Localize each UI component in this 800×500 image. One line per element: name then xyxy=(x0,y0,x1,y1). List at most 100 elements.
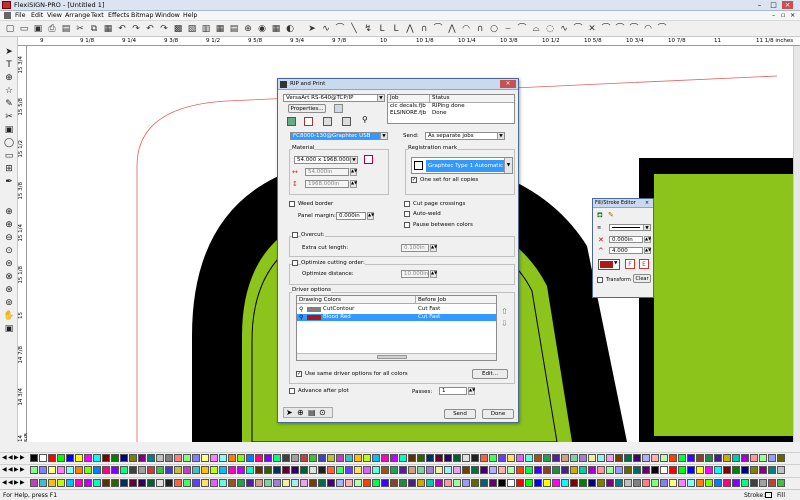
color-swatch[interactable] xyxy=(39,479,47,487)
color-swatch[interactable] xyxy=(570,454,578,462)
color-swatch[interactable] xyxy=(444,479,452,487)
color-swatch[interactable] xyxy=(183,454,191,462)
color-swatch[interactable] xyxy=(633,454,641,462)
maximize-icon[interactable]: □ xyxy=(768,1,779,9)
color-swatch[interactable] xyxy=(633,466,641,474)
refresh-icon[interactable] xyxy=(334,104,343,113)
ungroup-icon[interactable]: ▧ xyxy=(186,23,198,35)
color-swatch[interactable] xyxy=(588,454,596,462)
color-swatch[interactable] xyxy=(453,454,461,462)
color-swatch[interactable] xyxy=(732,479,740,487)
pen-tool-icon[interactable]: ✎ xyxy=(3,99,15,110)
color-swatch[interactable] xyxy=(192,466,200,474)
color-swatch[interactable] xyxy=(219,454,227,462)
color-swatch[interactable] xyxy=(300,479,308,487)
color-swatch[interactable] xyxy=(678,466,686,474)
passes-input[interactable]: 1 xyxy=(439,387,467,395)
copy-icon[interactable]: ⧉ xyxy=(88,23,100,35)
job-column-header[interactable]: Job xyxy=(388,95,430,102)
fse-close-icon[interactable]: × xyxy=(643,200,651,206)
color-swatch[interactable] xyxy=(696,479,704,487)
zoom-tool-icon[interactable]: ⊕ xyxy=(242,23,254,35)
pause-checkbox[interactable] xyxy=(404,222,410,228)
color-swatch[interactable] xyxy=(210,479,218,487)
color-swatch[interactable] xyxy=(282,466,290,474)
color-swatch[interactable] xyxy=(363,454,371,462)
color-swatch[interactable] xyxy=(237,454,245,462)
color-swatch[interactable] xyxy=(138,466,146,474)
color-swatch[interactable] xyxy=(714,479,722,487)
color-swatch[interactable] xyxy=(192,454,200,462)
color-swatch[interactable] xyxy=(399,479,407,487)
color-swatch[interactable] xyxy=(48,479,56,487)
color-swatch[interactable] xyxy=(642,466,650,474)
hand-tool-icon[interactable]: ✋ xyxy=(3,311,15,322)
color-swatch[interactable] xyxy=(687,454,695,462)
color-swatch[interactable] xyxy=(111,454,119,462)
color-swatch[interactable] xyxy=(390,479,398,487)
color-swatch[interactable] xyxy=(228,479,236,487)
color-swatch[interactable] xyxy=(507,466,515,474)
color-swatch[interactable] xyxy=(453,466,461,474)
scroll-left-icon[interactable]: ◀ xyxy=(2,466,7,473)
color-swatch[interactable] xyxy=(237,479,245,487)
color-swatch[interactable] xyxy=(237,466,245,474)
panel-margin-input[interactable]: 0.000in xyxy=(336,212,366,220)
color-swatch[interactable] xyxy=(354,454,362,462)
curve-icon[interactable]: ∿ xyxy=(320,23,332,35)
shape-tool-icon[interactable]: ⊕ xyxy=(3,73,15,84)
node9-icon[interactable]: ⌒ xyxy=(614,23,626,35)
color-swatch[interactable] xyxy=(120,454,128,462)
color-swatch[interactable] xyxy=(138,454,146,462)
color-swatch[interactable] xyxy=(255,454,263,462)
scroll-right-icon[interactable]: ▶ xyxy=(20,479,25,486)
color-swatch[interactable] xyxy=(453,479,461,487)
color-swatch[interactable] xyxy=(165,479,173,487)
color-swatch[interactable] xyxy=(768,479,776,487)
green-rect-shape[interactable] xyxy=(654,174,793,436)
printer-icon[interactable] xyxy=(287,117,296,126)
color-swatch[interactable] xyxy=(615,466,623,474)
send-select[interactable]: As separate jobs ▼ xyxy=(425,132,505,140)
color-swatch[interactable] xyxy=(408,454,416,462)
undo2-icon[interactable]: ↶ xyxy=(144,23,156,35)
redo-icon[interactable]: ↷ xyxy=(130,23,142,35)
color-swatch[interactable] xyxy=(264,454,272,462)
color-swatch[interactable] xyxy=(498,454,506,462)
color-swatch[interactable] xyxy=(66,454,74,462)
color-swatch[interactable] xyxy=(264,479,272,487)
color-swatch[interactable] xyxy=(318,479,326,487)
color-swatch[interactable] xyxy=(651,454,659,462)
color-swatch[interactable] xyxy=(327,479,335,487)
vertical-scrollbar[interactable] xyxy=(793,46,800,442)
scroll-right-icon[interactable]: ▶ xyxy=(14,454,19,461)
color-swatch[interactable] xyxy=(705,479,713,487)
color-swatch[interactable] xyxy=(336,466,344,474)
weed-border-checkbox[interactable] xyxy=(289,201,295,207)
color-swatch[interactable] xyxy=(723,466,731,474)
color-swatch[interactable] xyxy=(570,466,578,474)
color-swatch[interactable] xyxy=(354,479,362,487)
color-swatch[interactable] xyxy=(768,466,776,474)
color-swatch[interactable] xyxy=(597,466,605,474)
color-swatch[interactable] xyxy=(336,479,344,487)
color-swatch[interactable] xyxy=(318,466,326,474)
node12-icon[interactable]: ⌒ xyxy=(656,23,668,35)
menu-help[interactable]: Help xyxy=(183,12,197,19)
color-swatch[interactable] xyxy=(570,479,578,487)
color-swatch[interactable] xyxy=(336,454,344,462)
scroll-left-icon[interactable]: ◀ xyxy=(8,466,13,473)
color-swatch[interactable] xyxy=(543,466,551,474)
color-swatch[interactable] xyxy=(417,454,425,462)
color-swatch[interactable] xyxy=(39,454,47,462)
node-icon[interactable]: ↯ xyxy=(362,23,374,35)
send-button[interactable]: Send xyxy=(444,409,476,419)
device-select[interactable]: VersaArt RS-640@TCP/IP ▼ xyxy=(283,94,385,102)
table-row[interactable]: cic decals.fjb RIPing done xyxy=(388,103,514,110)
color-swatch[interactable] xyxy=(507,454,515,462)
color-swatch[interactable] xyxy=(57,466,65,474)
ellipse-tool-icon[interactable]: ◯ xyxy=(3,138,15,149)
color-swatch[interactable] xyxy=(696,454,704,462)
color-swatch[interactable] xyxy=(606,479,614,487)
circle-tool-icon[interactable]: ○ xyxy=(488,23,500,35)
